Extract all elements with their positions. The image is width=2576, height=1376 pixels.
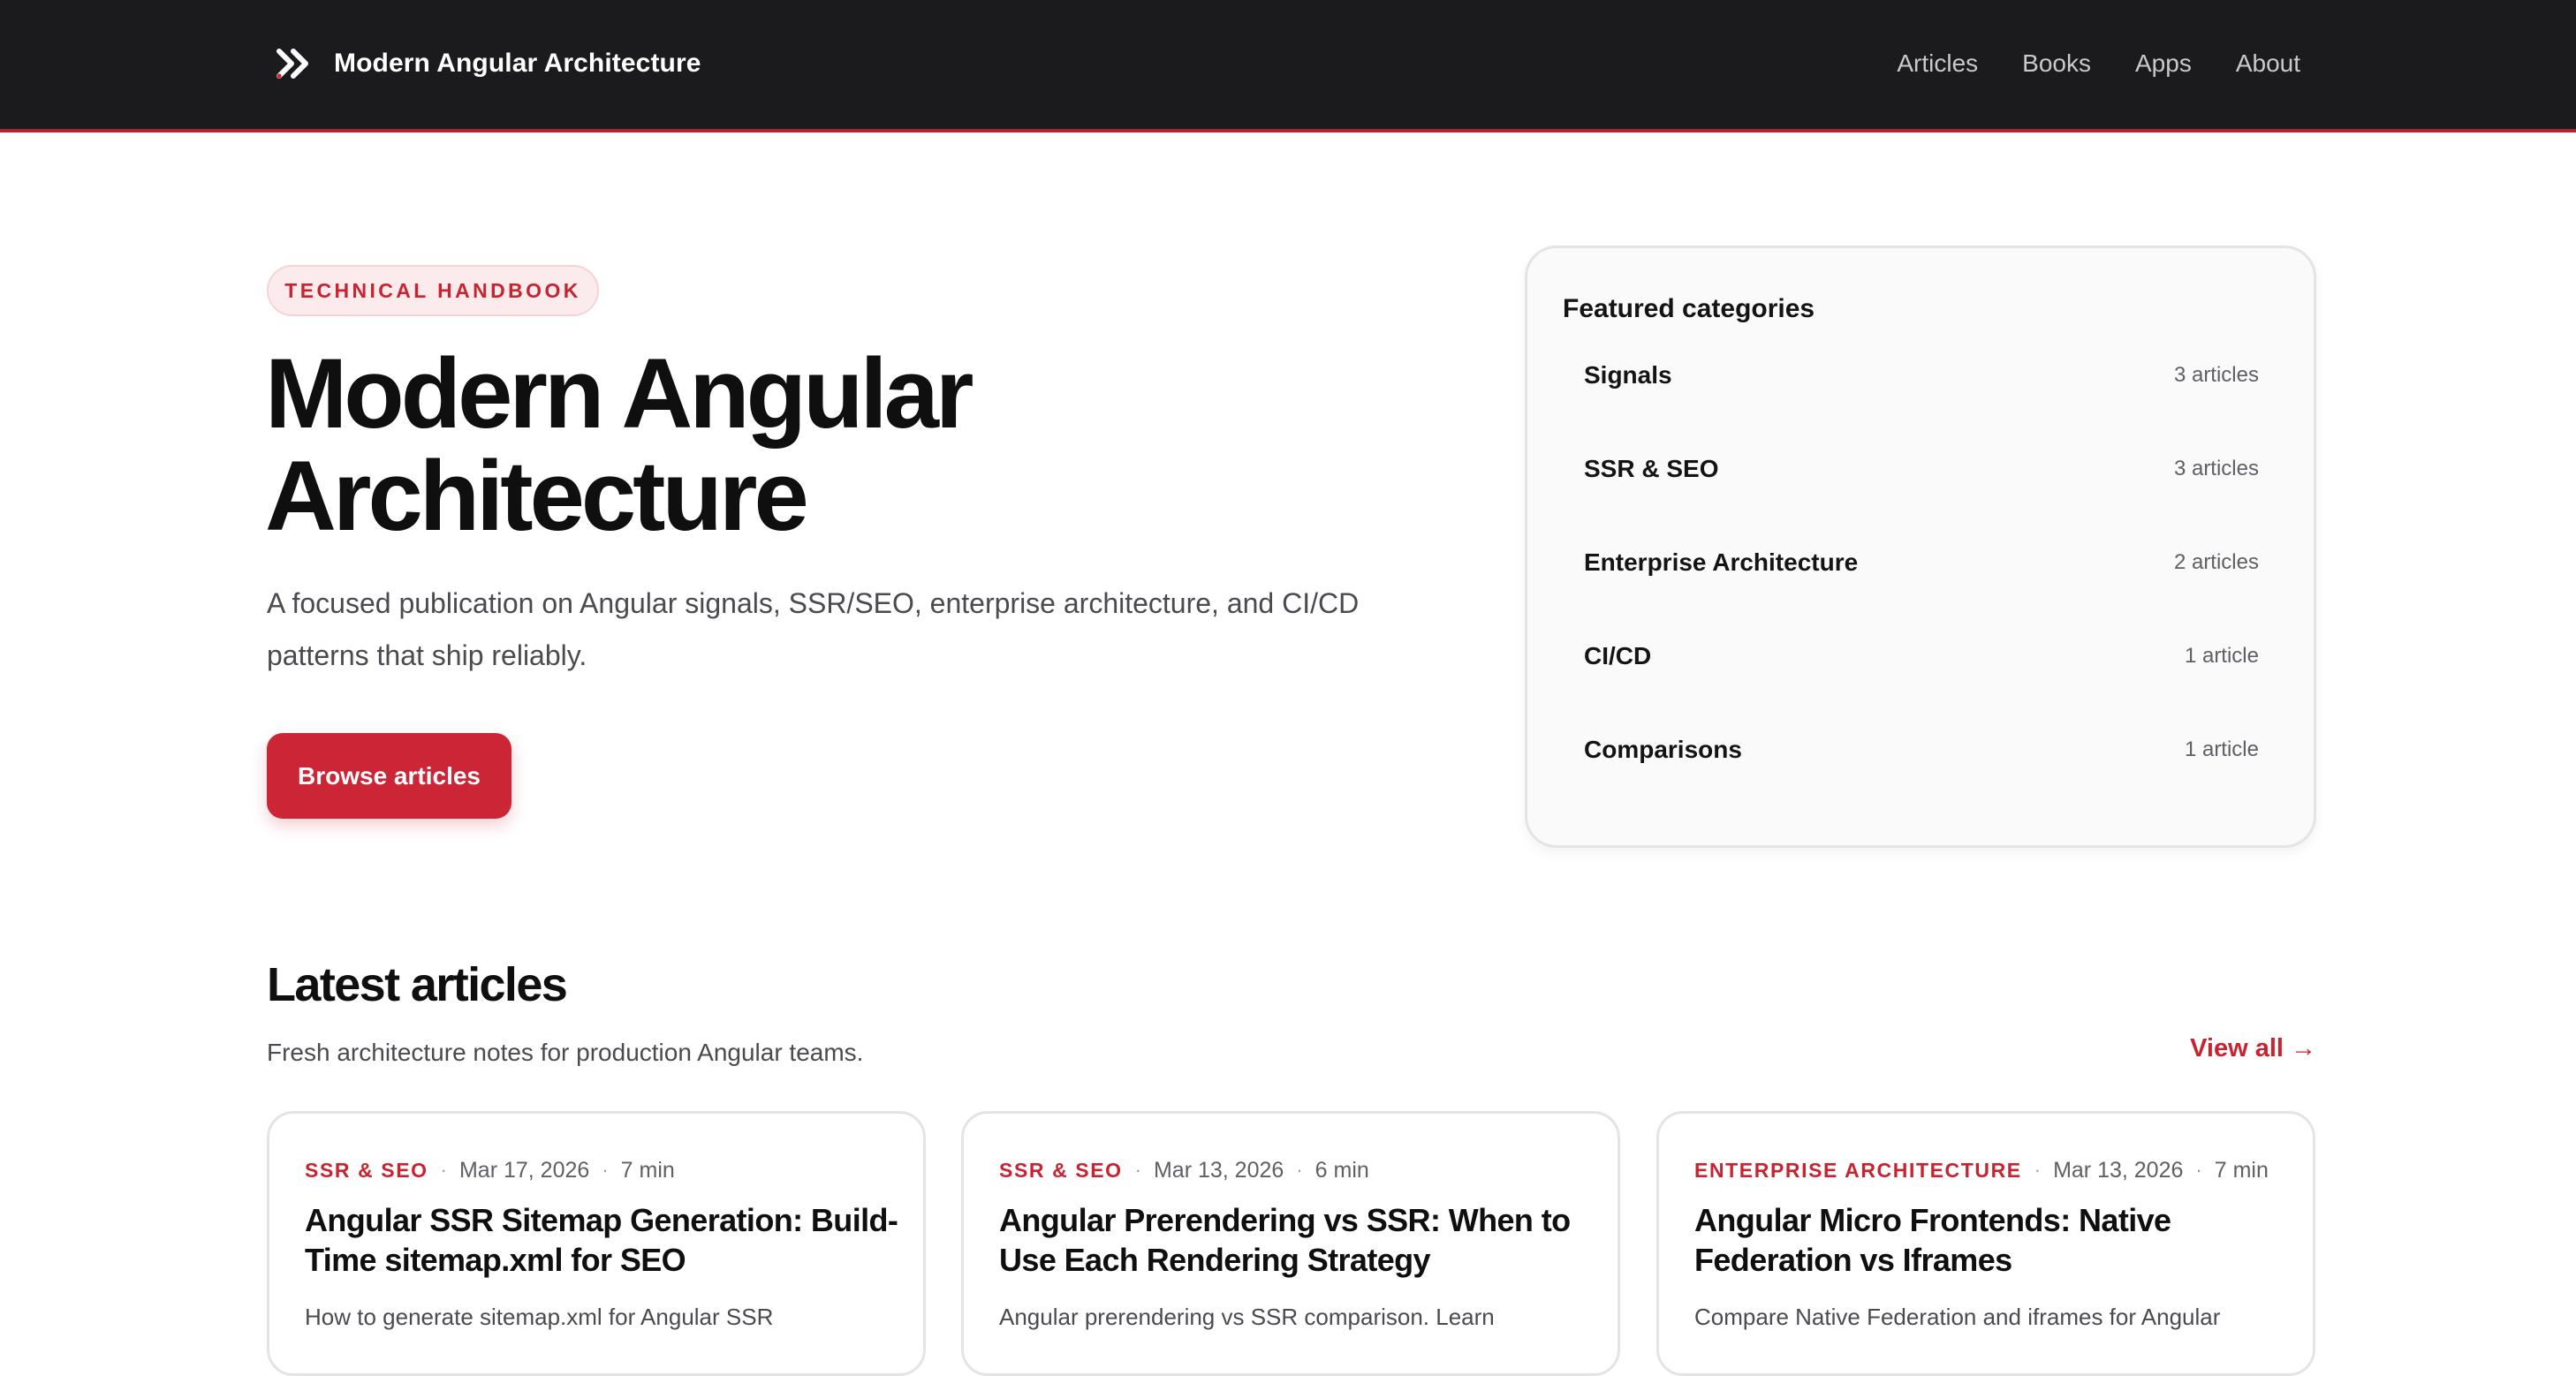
nav-books[interactable]: Books (2022, 49, 2091, 78)
article-title[interactable]: Angular Prerendering vs SSR: When to Use… (999, 1200, 1600, 1280)
category-item-ci-cd[interactable]: CI/CD 1 article (1563, 616, 2280, 697)
latest-articles-heading: Latest articles (267, 958, 568, 1011)
hero-description: A focused publication on Angular signals… (267, 587, 1360, 671)
article-meta: ENTERPRISE ARCHITECTURE · Mar 13, 2026 ·… (1694, 1156, 2269, 1184)
article-category: SSR & SEO (305, 1158, 428, 1182)
category-name: SSR & SEO (1584, 455, 1719, 482)
view-all-link[interactable]: View all → (2190, 1034, 2316, 1063)
article-card[interactable]: SSR & SEO · Mar 17, 2026 · 7 min Angular… (267, 1111, 926, 1376)
hero-title-line-1: Modern Angular (265, 338, 974, 449)
category-name: Comparisons (1584, 736, 1742, 763)
category-count: 1 article (2184, 644, 2259, 668)
article-meta: SSR & SEO · Mar 13, 2026 · 6 min (999, 1156, 1369, 1184)
category-item-signals[interactable]: Signals 3 articles (1563, 335, 2280, 416)
brand-title: Modern Angular Architecture (334, 49, 701, 78)
article-category: SSR & SEO (999, 1158, 1123, 1182)
article-excerpt: Angular prerendering vs SSR comparison. … (999, 1304, 1495, 1330)
meta-separator: · (2195, 1159, 2202, 1181)
nav-about[interactable]: About (2236, 49, 2300, 78)
hero-badge: TECHNICAL HANDBOOK (267, 265, 599, 316)
meta-separator: · (1296, 1159, 1303, 1181)
article-date: Mar 13, 2026 (1153, 1157, 1284, 1183)
article-date: Mar 13, 2026 (2053, 1157, 2184, 1183)
hero-title: Modern Angular Architecture (265, 343, 1413, 548)
category-name: Signals (1584, 361, 1672, 389)
nav-apps[interactable]: Apps (2135, 49, 2192, 78)
article-category: ENTERPRISE ARCHITECTURE (1694, 1158, 2022, 1182)
category-count: 3 articles (2173, 457, 2259, 480)
double-chevron-right-icon (277, 49, 308, 79)
featured-categories-title: Featured categories (1563, 294, 1815, 323)
category-item-enterprise-architecture[interactable]: Enterprise Architecture 2 articles (1563, 522, 2280, 603)
main-nav: Articles Books Apps About (1897, 46, 2300, 81)
latest-articles-subtitle: Fresh architecture notes for production … (267, 1039, 864, 1066)
article-excerpt: How to generate sitemap.xml for Angular … (305, 1304, 774, 1330)
nav-articles[interactable]: Articles (1897, 49, 1978, 78)
article-read-time: 7 min (620, 1157, 675, 1183)
site-header: Modern Angular Architecture Articles Boo… (0, 0, 2576, 132)
category-count: 2 articles (2173, 550, 2259, 574)
hero-title-line-2: Architecture (265, 441, 809, 551)
category-name: CI/CD (1584, 642, 1652, 669)
meta-separator: · (1134, 1159, 1141, 1181)
brand-link[interactable]: Modern Angular Architecture (274, 44, 701, 83)
article-card[interactable]: ENTERPRISE ARCHITECTURE · Mar 13, 2026 ·… (1656, 1111, 2315, 1376)
article-read-time: 6 min (1315, 1157, 1369, 1183)
article-title[interactable]: Angular SSR Sitemap Generation: Build-Ti… (305, 1200, 905, 1280)
category-name: Enterprise Architecture (1584, 548, 1859, 576)
article-meta: SSR & SEO · Mar 17, 2026 · 7 min (305, 1156, 675, 1184)
category-item-comparisons[interactable]: Comparisons 1 article (1563, 709, 2280, 790)
article-read-time: 7 min (2214, 1157, 2269, 1183)
article-date: Mar 17, 2026 (458, 1157, 590, 1183)
meta-separator: · (440, 1159, 447, 1181)
meta-separator: · (602, 1159, 609, 1181)
meta-separator: · (2034, 1159, 2042, 1181)
browse-articles-button[interactable]: Browse articles (267, 733, 511, 819)
article-title[interactable]: Angular Micro Frontends: Native Federati… (1694, 1200, 2295, 1280)
article-card[interactable]: SSR & SEO · Mar 13, 2026 · 6 min Angular… (961, 1111, 1620, 1376)
category-item-ssr-seo[interactable]: SSR & SEO 3 articles (1563, 428, 2280, 510)
article-excerpt: Compare Native Federation and iframes fo… (1694, 1304, 2221, 1330)
featured-categories-panel: Featured categories Signals 3 articles S… (1525, 246, 2316, 848)
category-count: 3 articles (2173, 363, 2259, 387)
category-count: 1 article (2184, 737, 2259, 761)
